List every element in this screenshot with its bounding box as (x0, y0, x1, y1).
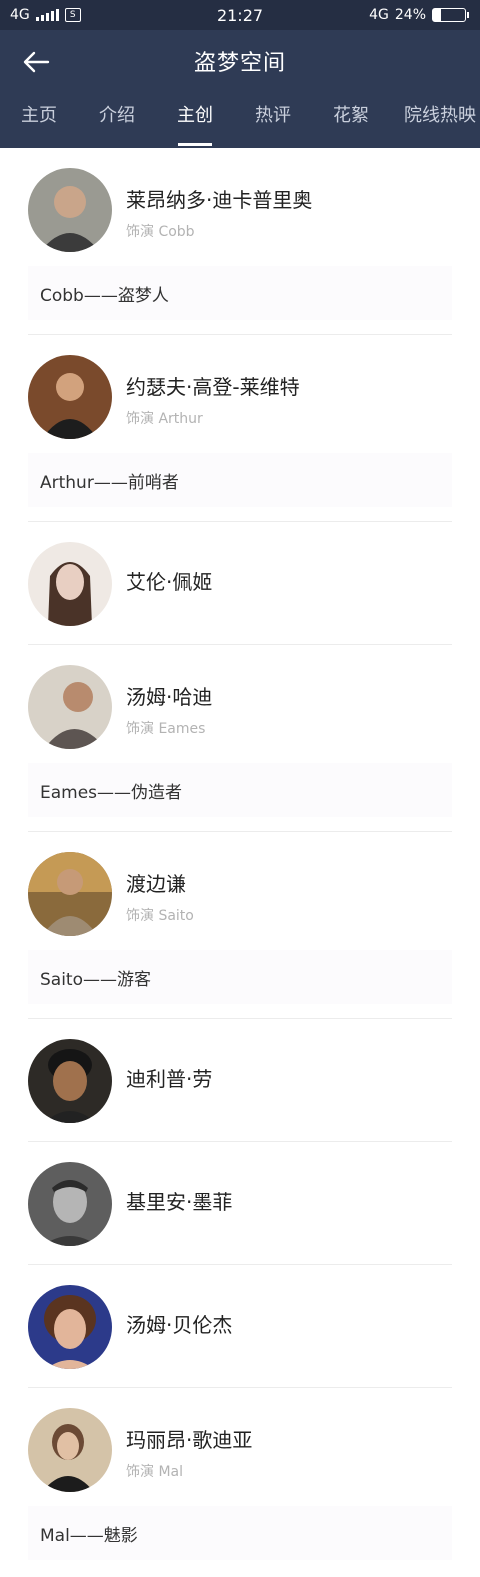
avatar (28, 1408, 112, 1492)
cast-item[interactable]: 玛丽昂·歌迪亚 饰演 Mal Mal——魅影 (28, 1388, 452, 1575)
actor-name: 渡边谦 (126, 872, 186, 896)
actor-name: 汤姆·贝伦杰 (126, 1313, 233, 1337)
character-description: Cobb——盗梦人 (28, 266, 452, 320)
app-notification-icon: S (64, 8, 81, 22)
back-arrow-icon[interactable] (20, 46, 52, 78)
avatar (28, 355, 112, 439)
nav-header: 盗梦空间 (0, 30, 480, 92)
cast-item[interactable]: 约瑟夫·高登-莱维特 饰演 Arthur Arthur——前哨者 (28, 335, 452, 522)
actor-name: 迪利普·劳 (126, 1067, 213, 1091)
cast-item[interactable]: 迪利普·劳 (28, 1019, 452, 1142)
cast-item[interactable]: 渡边谦 饰演 Saito Saito——游客 (28, 832, 452, 1019)
avatar (28, 665, 112, 749)
tab-bar: 主页 介绍 主创 热评 花絮 院线热映 (0, 92, 480, 148)
cast-item[interactable]: 艾伦·佩姬 (28, 522, 452, 645)
page-title: 盗梦空间 (193, 51, 286, 76)
actor-name: 约瑟夫·高登-莱维特 (126, 375, 300, 399)
actor-name: 汤姆·哈迪 (126, 685, 213, 709)
cast-item[interactable]: 汤姆·哈迪 饰演 Eames Eames——伪造者 (28, 645, 452, 832)
clock: 21:27 (216, 5, 264, 25)
avatar (28, 852, 112, 936)
character-description: Arthur——前哨者 (28, 453, 452, 507)
signal-icon (35, 9, 59, 21)
actor-role: 饰演 Cobb (126, 224, 195, 240)
avatar (28, 1162, 112, 1246)
status-bar: 4G S 21:27 4G 24% (0, 0, 480, 30)
actor-name: 基里安·墨菲 (126, 1190, 233, 1214)
actor-name: 艾伦·佩姬 (126, 570, 213, 594)
avatar (28, 542, 112, 626)
character-description: Mal——魅影 (28, 1506, 452, 1560)
character-description: Eames——伪造者 (28, 763, 452, 817)
actor-name: 莱昂纳多·迪卡普里奥 (126, 188, 313, 212)
cast-list: 莱昂纳多·迪卡普里奥 饰演 Cobb Cobb——盗梦人 约瑟夫·高登-莱维特 … (0, 148, 480, 1575)
cast-item[interactable]: 基里安·墨菲 (28, 1142, 452, 1265)
actor-role: 饰演 Eames (126, 721, 206, 737)
avatar (28, 1285, 112, 1369)
actor-role: 饰演 Saito (126, 908, 194, 924)
top-bar: 4G S 21:27 4G 24% 盗梦空间 主页 介绍 主创 热评 花絮 院线… (0, 0, 480, 148)
tab-now-showing[interactable]: 院线热映 (390, 92, 480, 148)
network-label-right: 4G (369, 7, 389, 23)
tab-behind-scenes[interactable]: 花絮 (312, 92, 390, 148)
tab-cast[interactable]: 主创 (156, 92, 234, 148)
battery-percent: 24% (394, 7, 426, 23)
avatar (28, 168, 112, 252)
character-description: Saito——游客 (28, 950, 452, 1004)
cast-item[interactable]: 汤姆·贝伦杰 (28, 1265, 452, 1388)
network-label: 4G (10, 7, 30, 23)
actor-name: 玛丽昂·歌迪亚 (126, 1428, 253, 1452)
battery-icon (432, 8, 469, 22)
cast-item[interactable]: 莱昂纳多·迪卡普里奥 饰演 Cobb Cobb——盗梦人 (28, 148, 452, 335)
avatar (28, 1039, 112, 1123)
tab-home[interactable]: 主页 (0, 92, 78, 148)
actor-role: 饰演 Mal (126, 1464, 183, 1480)
tab-intro[interactable]: 介绍 (78, 92, 156, 148)
tab-reviews[interactable]: 热评 (234, 92, 312, 148)
actor-role: 饰演 Arthur (126, 411, 203, 427)
